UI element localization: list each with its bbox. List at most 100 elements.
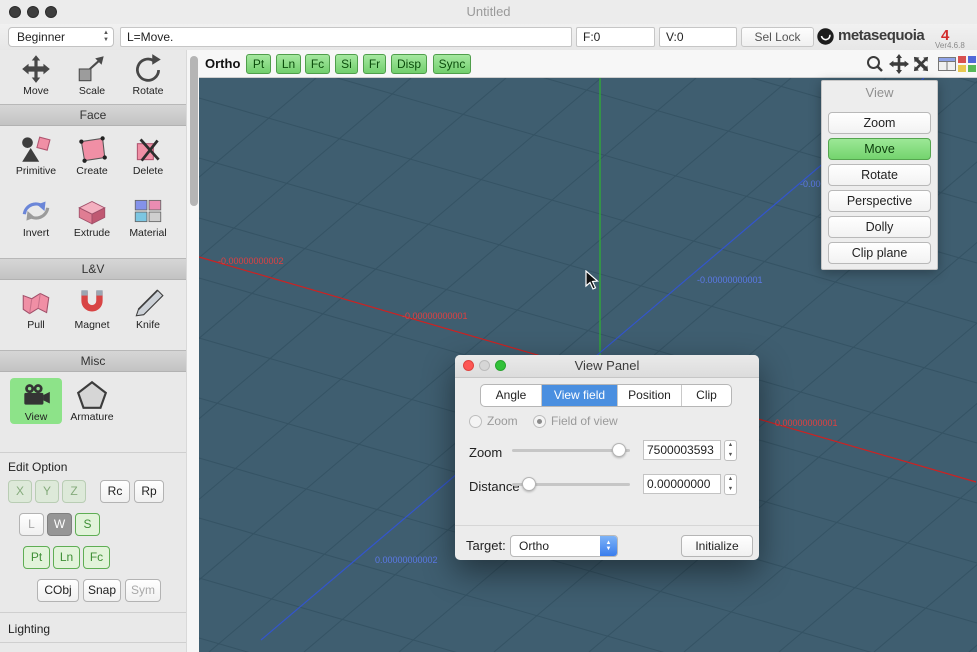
target-dropdown-value: Ortho xyxy=(511,539,600,553)
fr-toggle[interactable]: Fr xyxy=(363,54,386,74)
local-toggle[interactable]: L xyxy=(19,513,44,536)
view-layout-icon[interactable] xyxy=(937,54,957,74)
tool-move[interactable]: Move xyxy=(10,52,62,98)
view-move-button[interactable]: Move xyxy=(828,138,931,160)
view-zoom-button[interactable]: Zoom xyxy=(828,112,931,134)
orbit-icon[interactable] xyxy=(911,54,931,74)
zoom-label: Zoom xyxy=(469,445,502,460)
fc-toggle[interactable]: Fc xyxy=(305,54,330,74)
tab-angle[interactable]: Angle xyxy=(481,385,541,406)
move-icon xyxy=(19,54,53,84)
view-rotate-button[interactable]: Rotate xyxy=(828,164,931,186)
sidebar-scrollbar-thumb[interactable] xyxy=(190,56,198,206)
face-tool-row-1: Primitive Create Delete xyxy=(10,132,182,178)
tool-knife[interactable]: Knife xyxy=(122,286,174,332)
tool-label: Rotate xyxy=(133,85,164,97)
face-toggle[interactable]: Fc xyxy=(83,546,110,569)
mouse-cursor xyxy=(585,270,599,291)
pan-icon[interactable] xyxy=(889,54,909,74)
target-label: Target: xyxy=(466,538,506,553)
sync-toggle[interactable]: Sync xyxy=(433,54,471,74)
axis-y-toggle[interactable]: Y xyxy=(35,480,59,503)
stepper-up-icon[interactable]: ▲ xyxy=(725,441,736,451)
zoom-slider[interactable] xyxy=(512,442,630,458)
tool-delete[interactable]: Delete xyxy=(122,132,174,178)
titlebar: Untitled xyxy=(0,0,977,25)
zoom-radio[interactable]: Zoom xyxy=(469,414,518,428)
distance-stepper[interactable]: ▲ ▼ xyxy=(724,474,737,495)
divider xyxy=(455,525,759,526)
tool-label: Scale xyxy=(79,85,105,97)
tab-position[interactable]: Position xyxy=(617,385,681,406)
radio-label: Zoom xyxy=(487,414,518,428)
view-perspective-button[interactable]: Perspective xyxy=(828,190,931,212)
point-toggle[interactable]: Pt xyxy=(23,546,50,569)
tab-view-field[interactable]: View field xyxy=(541,385,617,406)
si-toggle[interactable]: Si xyxy=(335,54,358,74)
zoom-stepper[interactable]: ▲ ▼ xyxy=(724,440,737,461)
distance-slider[interactable] xyxy=(512,476,630,492)
line-toggle[interactable]: Ln xyxy=(53,546,80,569)
tool-primitive[interactable]: Primitive xyxy=(10,132,62,178)
pt-toggle[interactable]: Pt xyxy=(246,54,271,74)
tool-magnet[interactable]: Magnet xyxy=(66,286,118,332)
stepper-down-icon[interactable]: ▼ xyxy=(725,451,736,461)
tool-armature[interactable]: Armature xyxy=(66,378,118,424)
tool-material[interactable]: Material xyxy=(122,194,174,240)
tool-view[interactable]: View xyxy=(10,378,62,424)
tool-sidebar: Move Scale Rotate Face xyxy=(0,50,186,652)
face-tool-row-2: Invert Extrude Material xyxy=(10,194,182,240)
axis-z-toggle[interactable]: Z xyxy=(62,480,86,503)
tool-extrude[interactable]: Extrude xyxy=(66,194,118,240)
chevron-updown-icon: ▲▼ xyxy=(600,536,617,556)
material-palette-icon[interactable] xyxy=(957,54,977,74)
create-icon xyxy=(75,134,109,164)
sym-button[interactable]: Sym xyxy=(125,579,161,602)
disp-toggle[interactable]: Disp xyxy=(391,54,427,74)
tool-label: Create xyxy=(76,165,108,177)
initialize-button[interactable]: Initialize xyxy=(681,535,753,557)
tool-label: Delete xyxy=(133,165,163,177)
zoom-value-field[interactable] xyxy=(643,440,721,460)
field-of-view-radio[interactable]: Field of view xyxy=(533,414,618,428)
chevron-updown-icon: ▲▼ xyxy=(103,30,109,44)
tool-create[interactable]: Create xyxy=(66,132,118,178)
tool-invert[interactable]: Invert xyxy=(10,194,62,240)
screen-toggle[interactable]: S xyxy=(75,513,100,536)
target-dropdown[interactable]: Ortho ▲▼ xyxy=(510,535,618,557)
distance-value-field[interactable] xyxy=(643,474,721,494)
view-panel-title: View xyxy=(822,85,937,100)
axis-coordinate-label: -0.00000000001 xyxy=(697,275,763,285)
slider-knob[interactable] xyxy=(612,443,626,457)
axis-coordinate-label: 0.00000000002 xyxy=(375,555,438,565)
window-title: Untitled xyxy=(0,4,977,19)
stepper-down-icon[interactable]: ▼ xyxy=(725,485,736,495)
tool-scale[interactable]: Scale xyxy=(66,52,118,98)
mode-select-value: Beginner xyxy=(17,30,65,44)
ln-toggle[interactable]: Ln xyxy=(276,54,301,74)
stepper-up-icon[interactable]: ▲ xyxy=(725,475,736,485)
tab-clip[interactable]: Clip xyxy=(681,385,731,406)
mode-select[interactable]: Beginner ▲▼ xyxy=(8,27,114,47)
sel-lock-button[interactable]: Sel Lock xyxy=(741,27,814,47)
snap-button[interactable]: Snap xyxy=(83,579,121,602)
edit-option-title: Edit Option xyxy=(8,460,67,474)
tool-rotate[interactable]: Rotate xyxy=(122,52,174,98)
view-clip-plane-button[interactable]: Clip plane xyxy=(828,242,931,264)
view-dolly-button[interactable]: Dolly xyxy=(828,216,931,238)
rc-button[interactable]: Rc xyxy=(100,480,130,503)
world-toggle[interactable]: W xyxy=(47,513,72,536)
axis-coordinate-label: -0.00000000002 xyxy=(218,256,284,266)
metasequoia-logo-icon xyxy=(817,28,834,45)
lighting-title: Lighting xyxy=(8,622,50,636)
zoom-icon[interactable] xyxy=(865,54,885,74)
dialog-titlebar[interactable]: View Panel xyxy=(455,355,759,378)
cobj-button[interactable]: CObj xyxy=(37,579,79,602)
tool-pull[interactable]: Pull xyxy=(10,286,62,332)
tool-label: Move xyxy=(23,85,49,97)
axis-x-toggle[interactable]: X xyxy=(8,480,32,503)
radio-circle-icon xyxy=(533,415,546,428)
rp-button[interactable]: Rp xyxy=(134,480,164,503)
slider-knob[interactable] xyxy=(522,477,536,491)
sidebar-scrollbar[interactable] xyxy=(186,50,199,652)
